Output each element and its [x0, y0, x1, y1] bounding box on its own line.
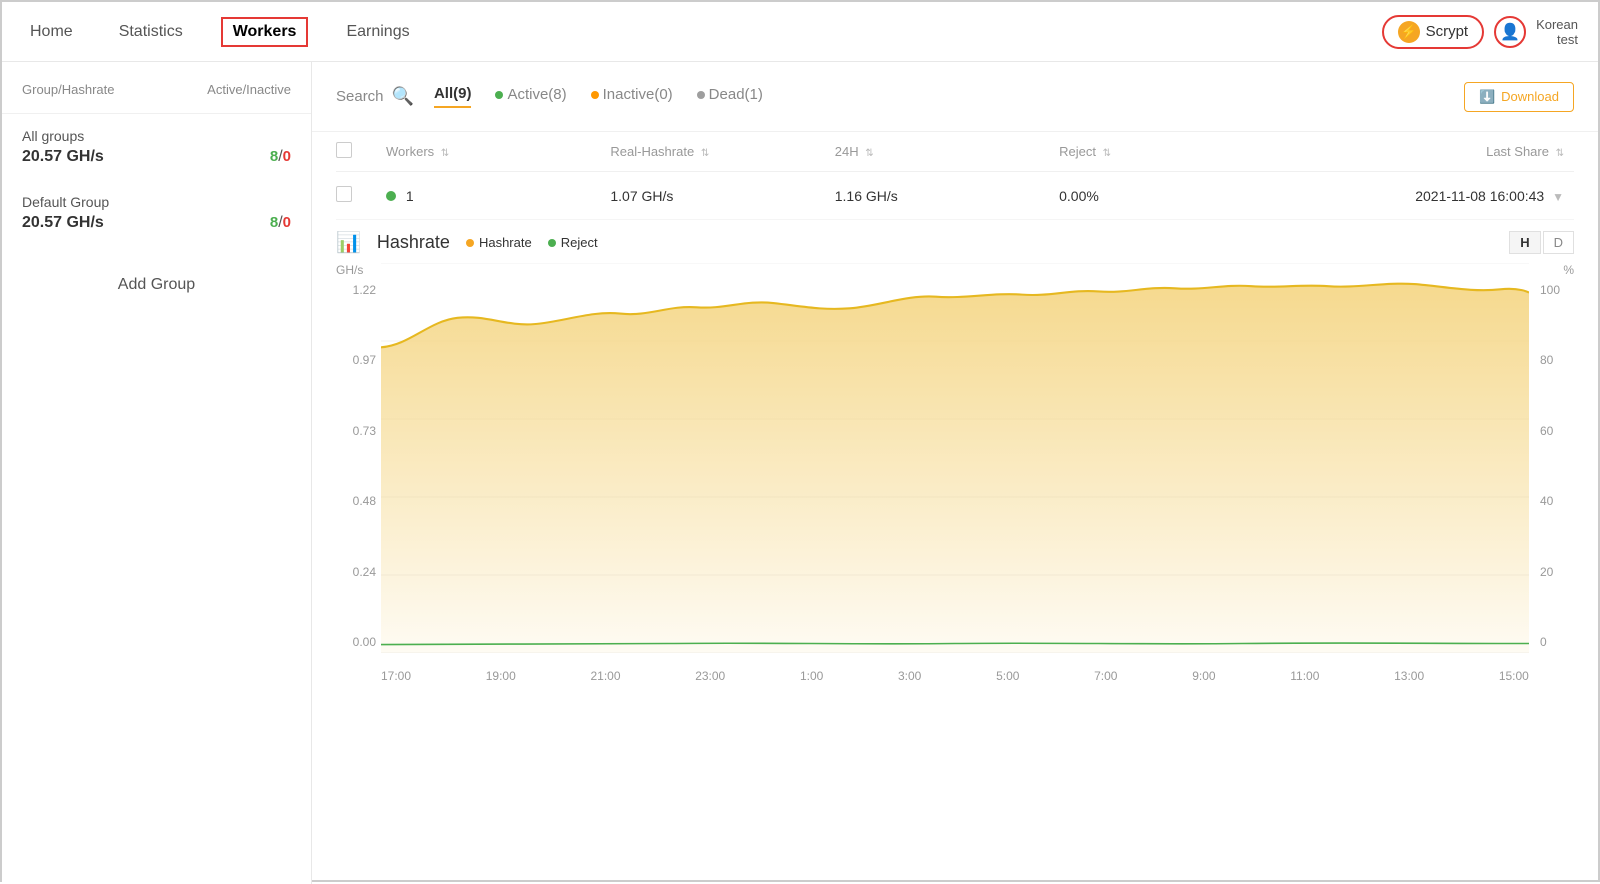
user-avatar[interactable]: 👤 [1494, 16, 1526, 48]
top-navigation: Home Statistics Workers Earnings ⚡ Scryp… [2, 2, 1598, 62]
download-icon: ⬇️ [1479, 89, 1495, 105]
default-group-active: 8 [270, 214, 278, 231]
scrypt-label: Scrypt [1426, 23, 1469, 40]
row-checkbox[interactable] [336, 186, 352, 202]
all-groups-label: All groups [22, 128, 291, 144]
hashrate-chart-section: 📊 Hashrate Hashrate Reject H D [312, 220, 1598, 884]
lastshare-sort-icon[interactable]: ⇅ [1556, 148, 1564, 159]
worker-status-dot [386, 191, 396, 201]
row-worker-name: 1 [376, 188, 610, 204]
chart-time-controls: H D [1509, 231, 1574, 254]
scrypt-icon: ⚡ [1398, 21, 1420, 43]
search-icon[interactable]: 🔍 [392, 86, 414, 107]
all-groups-active: 8 [270, 148, 278, 165]
nav-workers[interactable]: Workers [221, 17, 309, 47]
sidebar-col-active: Active/Inactive [157, 82, 292, 97]
nav-statistics[interactable]: Statistics [111, 19, 191, 45]
chart-svg [381, 263, 1529, 653]
legend-reject-dot [548, 239, 556, 247]
download-button[interactable]: ⬇️ Download [1464, 82, 1574, 112]
chart-bar-icon: 📊 [336, 230, 361, 255]
header-reject[interactable]: Reject ⇅ [1059, 144, 1227, 159]
chart-unit-left: GH/s [336, 263, 363, 277]
row-last-share: 2021-11-08 16:00:43 ▼ [1227, 188, 1574, 204]
user-name: Korean [1536, 17, 1578, 32]
chart-svg-wrapper [381, 263, 1529, 653]
inactive-dot [591, 91, 599, 99]
all-groups-hashrate: 20.57 GH/s [22, 148, 104, 166]
all-groups-stats: 20.57 GH/s 8/0 [22, 148, 291, 166]
nav-right-section: ⚡ Scrypt 👤 Korean test [1382, 15, 1578, 49]
sidebar-default-group[interactable]: Default Group 20.57 GH/s 8/0 [2, 180, 311, 246]
y-axis-right: 100 80 60 40 20 0 [1534, 279, 1574, 653]
table-row[interactable]: 1 1.07 GH/s 1.16 GH/s 0.00% 2021-11-08 1… [336, 172, 1574, 220]
nav-home[interactable]: Home [22, 19, 81, 45]
chart-legend: Hashrate Reject [466, 235, 598, 250]
all-groups-active-inactive: 8/0 [270, 148, 291, 166]
select-all-checkbox[interactable] [336, 142, 352, 158]
chart-unit-right: % [1563, 263, 1574, 277]
default-group-label: Default Group [22, 194, 291, 210]
scrypt-selector[interactable]: ⚡ Scrypt [1382, 15, 1485, 49]
chart-area: GH/s % 1.22 0.97 0.73 0.48 0.24 0.00 100… [336, 263, 1574, 683]
default-group-active-inactive: 8/0 [270, 214, 291, 232]
24h-sort-icon[interactable]: ⇅ [865, 148, 873, 159]
sidebar-col-group: Group/Hashrate [22, 82, 157, 97]
chart-btn-h[interactable]: H [1509, 231, 1540, 254]
row-real-hashrate: 1.07 GH/s [610, 188, 834, 204]
user-info: Korean test [1536, 17, 1578, 47]
hashrate-sort-icon[interactable]: ⇅ [701, 148, 709, 159]
tab-all[interactable]: All(9) [434, 85, 472, 108]
table-header: Workers ⇅ Real-Hashrate ⇅ 24H ⇅ Reject ⇅… [336, 132, 1574, 172]
filter-bar: Search 🔍 All(9) Active(8) Inactive(0) De… [312, 62, 1598, 132]
row-reject: 0.00% [1059, 188, 1227, 204]
chart-title: Hashrate [377, 232, 450, 253]
search-label: Search [336, 88, 384, 105]
legend-hashrate-dot [466, 239, 474, 247]
dead-dot [697, 91, 705, 99]
y-axis-left: 1.22 0.97 0.73 0.48 0.24 0.00 [336, 279, 376, 653]
x-axis: 17:00 19:00 21:00 23:00 1:00 3:00 5:00 7… [381, 669, 1529, 683]
sidebar-all-groups[interactable]: All groups 20.57 GH/s 8/0 [2, 114, 311, 180]
header-last-share[interactable]: Last Share ⇅ [1227, 144, 1574, 159]
legend-hashrate: Hashrate [466, 235, 532, 250]
row-24h: 1.16 GH/s [835, 188, 1059, 204]
main-layout: Group/Hashrate Active/Inactive All group… [2, 62, 1598, 884]
chart-header: 📊 Hashrate Hashrate Reject H D [336, 230, 1574, 255]
workers-table: Workers ⇅ Real-Hashrate ⇅ 24H ⇅ Reject ⇅… [312, 132, 1598, 220]
default-group-hashrate: 20.57 GH/s [22, 214, 104, 232]
nav-menu: Home Statistics Workers Earnings [22, 17, 1382, 47]
main-content: Search 🔍 All(9) Active(8) Inactive(0) De… [312, 62, 1598, 884]
add-group-button[interactable]: Add Group [22, 266, 291, 304]
legend-hashrate-label: Hashrate [479, 235, 532, 250]
filter-tabs: All(9) Active(8) Inactive(0) Dead(1) [434, 85, 1444, 108]
user-sub: test [1536, 32, 1578, 47]
active-dot [495, 91, 503, 99]
tab-dead[interactable]: Dead(1) [697, 86, 763, 107]
header-real-hashrate[interactable]: Real-Hashrate ⇅ [610, 144, 834, 159]
header-24h[interactable]: 24H ⇅ [835, 144, 1059, 159]
sidebar: Group/Hashrate Active/Inactive All group… [2, 62, 312, 884]
nav-earnings[interactable]: Earnings [338, 19, 417, 45]
tab-inactive[interactable]: Inactive(0) [591, 86, 673, 107]
default-group-inactive: 0 [283, 214, 291, 231]
chart-area-fill [381, 284, 1529, 653]
default-group-stats: 20.57 GH/s 8/0 [22, 214, 291, 232]
reject-sort-icon[interactable]: ⇅ [1103, 148, 1111, 159]
row-dropdown-icon[interactable]: ▼ [1552, 190, 1564, 204]
download-label: Download [1501, 89, 1559, 104]
legend-reject: Reject [548, 235, 598, 250]
chart-btn-d[interactable]: D [1543, 231, 1574, 254]
legend-reject-label: Reject [561, 235, 598, 250]
all-groups-inactive: 0 [283, 148, 291, 165]
workers-sort-icon[interactable]: ⇅ [441, 148, 449, 159]
header-workers[interactable]: Workers ⇅ [376, 144, 610, 159]
row-check[interactable] [336, 186, 376, 205]
sidebar-header: Group/Hashrate Active/Inactive [2, 82, 311, 114]
header-check[interactable] [336, 142, 376, 161]
tab-active[interactable]: Active(8) [495, 86, 566, 107]
search-area[interactable]: Search 🔍 [336, 86, 414, 107]
